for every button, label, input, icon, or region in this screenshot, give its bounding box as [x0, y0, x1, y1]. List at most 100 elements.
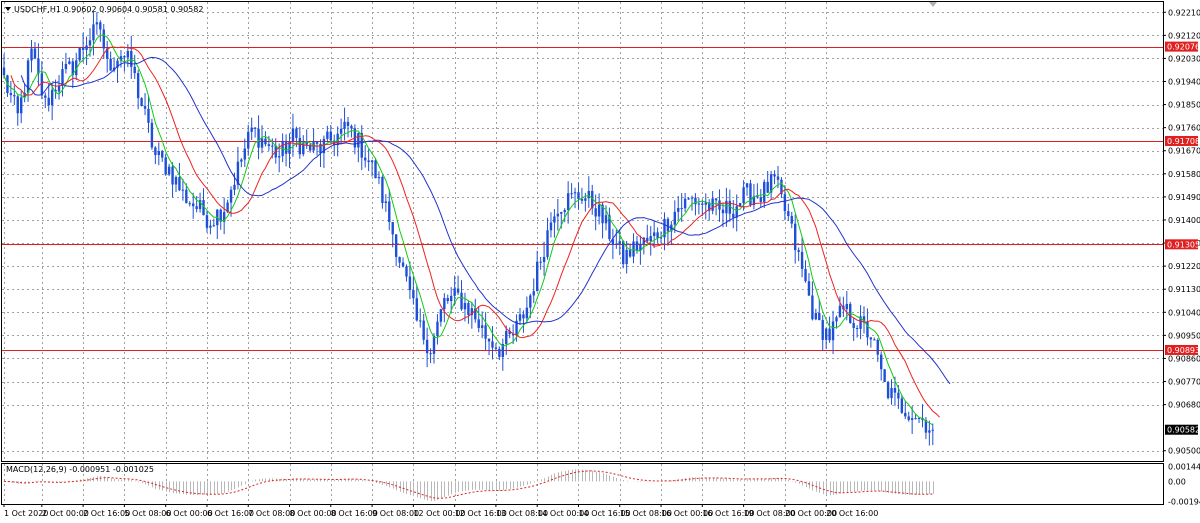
candle-body [408, 276, 412, 291]
candle-body [883, 369, 886, 382]
candle-body [897, 392, 900, 399]
candle-body [680, 207, 683, 209]
candle-body [807, 281, 811, 296]
candle-body [553, 216, 556, 223]
candle-body [188, 203, 191, 205]
candle-body [615, 243, 618, 245]
candle-body [498, 348, 501, 357]
candle-body [229, 189, 233, 203]
candle-body [931, 429, 934, 431]
candle-body [315, 141, 319, 144]
price-tick-label: 0.91940 [1168, 77, 1200, 86]
candle-body [357, 133, 360, 148]
candle-body [687, 198, 690, 200]
candle-body [635, 241, 639, 251]
candle-body [697, 203, 701, 205]
candle-body [33, 48, 37, 59]
time-tick-label: 8 Oct 16:00 [331, 509, 378, 518]
candle-body [732, 213, 735, 218]
candle-body [133, 66, 136, 74]
candle-body [298, 137, 302, 155]
candle-body [701, 203, 704, 205]
candle-body [577, 192, 580, 199]
candle-body [749, 183, 752, 206]
candle-body [456, 288, 460, 293]
price-tick-label: 0.91580 [1168, 170, 1200, 179]
candle-body [546, 230, 549, 257]
candle-body [563, 210, 566, 213]
time-tick-label: 9 Oct 08:00 [372, 509, 419, 518]
candle-body [622, 241, 625, 265]
candle-body [532, 291, 535, 296]
time-tick-label: 2 Oct 16:00 [83, 509, 130, 518]
macd-title: MACD(12,26,9) -0.000951 -0.001025 [6, 465, 154, 474]
candle-body [284, 140, 288, 154]
candle-body [539, 261, 542, 263]
candle-body [484, 325, 487, 339]
candle-body [302, 142, 305, 155]
candle-body [157, 151, 160, 156]
candle-body [463, 302, 467, 310]
candle-body [790, 216, 793, 224]
candle-body [573, 192, 577, 194]
candle-body [109, 58, 112, 71]
candle-body [890, 388, 893, 399]
candle-body [787, 211, 790, 217]
candle-body [381, 177, 384, 204]
candle-body [20, 97, 23, 114]
candle-body [174, 177, 178, 185]
candle-body [388, 201, 391, 223]
candle-body [821, 320, 824, 340]
price-tick-label: 0.91400 [1168, 216, 1200, 225]
time-tick-label: 20 Oct 16:00 [826, 509, 878, 518]
candle-body [570, 193, 573, 195]
price-chart[interactable]: 0.92210 0.92120 0.92030 0.91940 0.91850 0.917… [0, 0, 1200, 523]
candle-body [738, 203, 742, 207]
candle-body [666, 218, 670, 232]
level-price-tag-label: 0.92076 [1167, 43, 1200, 52]
candle-body [384, 201, 388, 204]
candle-body [2, 67, 6, 76]
candle-body [16, 96, 19, 114]
candle-body [123, 56, 126, 58]
candle-body [628, 249, 632, 257]
candle-body [44, 95, 47, 98]
candle-body [92, 24, 95, 41]
candle-body [522, 314, 525, 319]
candle-body [886, 381, 890, 399]
level-price-tag-label: 0.91305 [1167, 240, 1200, 249]
candle-body [556, 213, 560, 217]
candle-body [838, 305, 842, 318]
candle-body [412, 290, 415, 299]
price-tick-label: 0.91760 [1168, 124, 1200, 133]
time-tick-label: 6 Oct 16:00 [207, 509, 254, 518]
macd-tick-label: 0.001444 [1168, 463, 1200, 472]
candle-body [656, 232, 659, 239]
candle-body [102, 29, 105, 49]
candle-body [831, 321, 835, 341]
price-tick-label: 0.90500 [1168, 447, 1200, 456]
candle-body [147, 108, 150, 123]
time-tick-label: 6 Oct 00:00 [166, 509, 213, 518]
candle-body [910, 418, 914, 420]
candle-body [900, 398, 904, 413]
candle-body [869, 337, 873, 340]
candle-body [288, 141, 291, 154]
price-tick-label: 0.90680 [1168, 401, 1200, 410]
time-tick-label: 2 Oct 00:00 [42, 509, 89, 518]
candle-body [64, 63, 68, 70]
candle-body [580, 198, 584, 201]
candle-body [154, 147, 157, 156]
candle-body [192, 203, 195, 207]
candle-body [835, 317, 838, 322]
candle-body [164, 157, 167, 175]
candle-body [794, 223, 797, 251]
candle-body [161, 151, 164, 158]
candle-body [542, 256, 546, 263]
candle-body [171, 166, 174, 185]
candle-body [673, 211, 676, 225]
candle-body [425, 339, 429, 354]
candle-body [136, 73, 140, 99]
candle-body [295, 128, 298, 138]
price-tick-label: 0.90770 [1168, 378, 1200, 387]
